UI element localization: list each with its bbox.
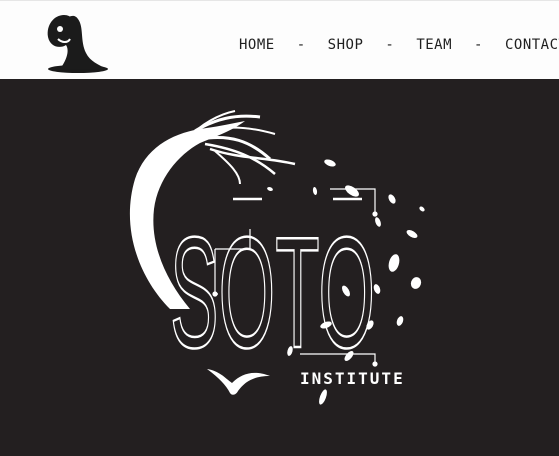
nav-separator: - — [296, 37, 306, 53]
main-nav: HOME - SHOP - TEAM - CONTACT — [239, 37, 559, 53]
nav-separator: - — [474, 37, 483, 53]
nav-home-link[interactable]: HOME — [239, 37, 275, 53]
nav-contact-link[interactable]: CONTACT — [505, 37, 559, 53]
brand-subtitle: INSTITUTE — [300, 369, 405, 388]
nav-shop-link[interactable]: SHOP — [328, 37, 364, 53]
site-logo-icon[interactable] — [40, 7, 112, 75]
brand-artwork: SOTO INSTITUTE — [129, 110, 425, 405]
site-header: HOME - SHOP - TEAM - CONTACT — [0, 0, 559, 80]
nav-separator: - — [385, 37, 395, 53]
hero-section: SOTO INSTITUTE — [0, 79, 559, 456]
nav-team-link[interactable]: TEAM — [416, 37, 452, 53]
